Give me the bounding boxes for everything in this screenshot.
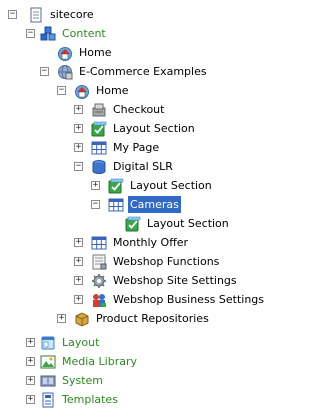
- collapse-toggle[interactable]: [57, 86, 66, 95]
- tree-item-label: Checkout: [113, 103, 165, 116]
- layout-section-icon: [108, 178, 124, 194]
- tree-item-product-repositories[interactable]: Product Repositories: [74, 309, 211, 328]
- tree-item-webshop-site-settings[interactable]: Webshop Site Settings: [91, 271, 239, 290]
- collapse-toggle[interactable]: [26, 29, 35, 38]
- expand-toggle[interactable]: [74, 238, 83, 247]
- tree-item-layout-section-3[interactable]: Layout Section: [125, 214, 231, 233]
- tree-item-label: System: [62, 374, 104, 387]
- tree-item-label: Media Library: [62, 355, 137, 368]
- grid-icon: [91, 140, 107, 156]
- tree-item-label: sitecore: [50, 8, 94, 21]
- document-icon: [28, 7, 44, 23]
- tree-item-layout-section-1[interactable]: Layout Section: [91, 119, 197, 138]
- tree-item-label: Home: [79, 46, 112, 59]
- tree-item-layout-section-2[interactable]: Layout Section: [108, 176, 214, 195]
- settings-gear-icon: [91, 273, 107, 289]
- box-icon: [74, 311, 90, 327]
- tree-item-label: Layout Section: [130, 179, 212, 192]
- tree-item-label: Templates: [62, 393, 118, 406]
- tree-item-cameras[interactable]: Cameras: [108, 195, 181, 214]
- tree-item-digital-slr[interactable]: Digital SLR: [91, 157, 175, 176]
- tree-item-label: Webshop Functions: [113, 255, 220, 268]
- expand-toggle[interactable]: [26, 376, 35, 385]
- expand-toggle[interactable]: [26, 395, 35, 404]
- content-tree: sitecore Content Home E-Commerce Examples Ho…: [0, 0, 264, 410]
- tree-item-layout[interactable]: Layout: [40, 333, 101, 352]
- tree-item-webshop-functions[interactable]: Webshop Functions: [91, 252, 221, 271]
- tree-item-label: Webshop Site Settings: [113, 274, 237, 287]
- functions-icon: [91, 254, 107, 270]
- tree-item-sitecore[interactable]: sitecore: [28, 5, 96, 24]
- collapse-toggle[interactable]: [74, 162, 83, 171]
- tree-item-label: Cameras: [128, 196, 181, 213]
- tree-item-label: Layout Section: [147, 217, 229, 230]
- tree-item-label: My Page: [113, 141, 160, 154]
- tree-item-home-2[interactable]: Home: [74, 81, 130, 100]
- tree-item-label: E-Commerce Examples: [79, 65, 207, 78]
- expand-toggle[interactable]: [74, 295, 83, 304]
- expand-toggle[interactable]: [57, 314, 66, 323]
- expand-toggle[interactable]: [74, 124, 83, 133]
- home-icon: [57, 45, 73, 61]
- grid-icon: [108, 197, 124, 213]
- layout-window-icon: [40, 335, 56, 351]
- tree-item-my-page[interactable]: My Page: [91, 138, 161, 157]
- globe-icon: [57, 64, 73, 80]
- expand-toggle[interactable]: [74, 105, 83, 114]
- tree-item-monthly-offer[interactable]: Monthly Offer: [91, 233, 190, 252]
- business-settings-icon: [91, 292, 107, 308]
- checkout-icon: [91, 102, 107, 118]
- tree-item-label: Layout: [62, 336, 100, 349]
- tree-item-label: Product Repositories: [96, 312, 209, 325]
- tree-item-label: Home: [96, 84, 129, 97]
- tree-item-webshop-business-settings[interactable]: Webshop Business Settings: [91, 290, 266, 309]
- content-cubes-icon: [40, 26, 56, 42]
- home-icon: [74, 83, 90, 99]
- tree-item-content[interactable]: Content: [40, 24, 108, 43]
- expand-toggle[interactable]: [26, 338, 35, 347]
- collapse-toggle[interactable]: [40, 67, 49, 76]
- layout-section-icon: [91, 121, 107, 137]
- tree-item-ecommerce-examples[interactable]: E-Commerce Examples: [57, 62, 209, 81]
- tree-item-media-library[interactable]: Media Library: [40, 352, 139, 371]
- tree-item-system[interactable]: System: [40, 371, 105, 390]
- grid-icon: [91, 235, 107, 251]
- expand-toggle[interactable]: [74, 276, 83, 285]
- tree-item-label: Layout Section: [113, 122, 195, 135]
- templates-icon: [40, 392, 56, 408]
- tree-item-templates[interactable]: Templates: [40, 390, 120, 409]
- tree-item-home-1[interactable]: Home: [57, 43, 113, 62]
- tree-item-label: Monthly Offer: [113, 236, 189, 249]
- expand-toggle[interactable]: [26, 357, 35, 366]
- image-icon: [40, 354, 56, 370]
- tree-item-label: Digital SLR: [113, 160, 173, 173]
- collapse-toggle[interactable]: [8, 10, 17, 19]
- expand-toggle[interactable]: [74, 257, 83, 266]
- expand-toggle[interactable]: [74, 143, 83, 152]
- tree-item-label: Content: [62, 27, 106, 40]
- system-icon: [40, 373, 56, 389]
- expand-toggle[interactable]: [91, 181, 100, 190]
- tree-item-checkout[interactable]: Checkout: [91, 100, 166, 119]
- cylinder-icon: [91, 159, 107, 175]
- tree-item-label: Webshop Business Settings: [113, 293, 265, 306]
- collapse-toggle[interactable]: [91, 200, 100, 209]
- layout-section-icon: [125, 216, 141, 232]
